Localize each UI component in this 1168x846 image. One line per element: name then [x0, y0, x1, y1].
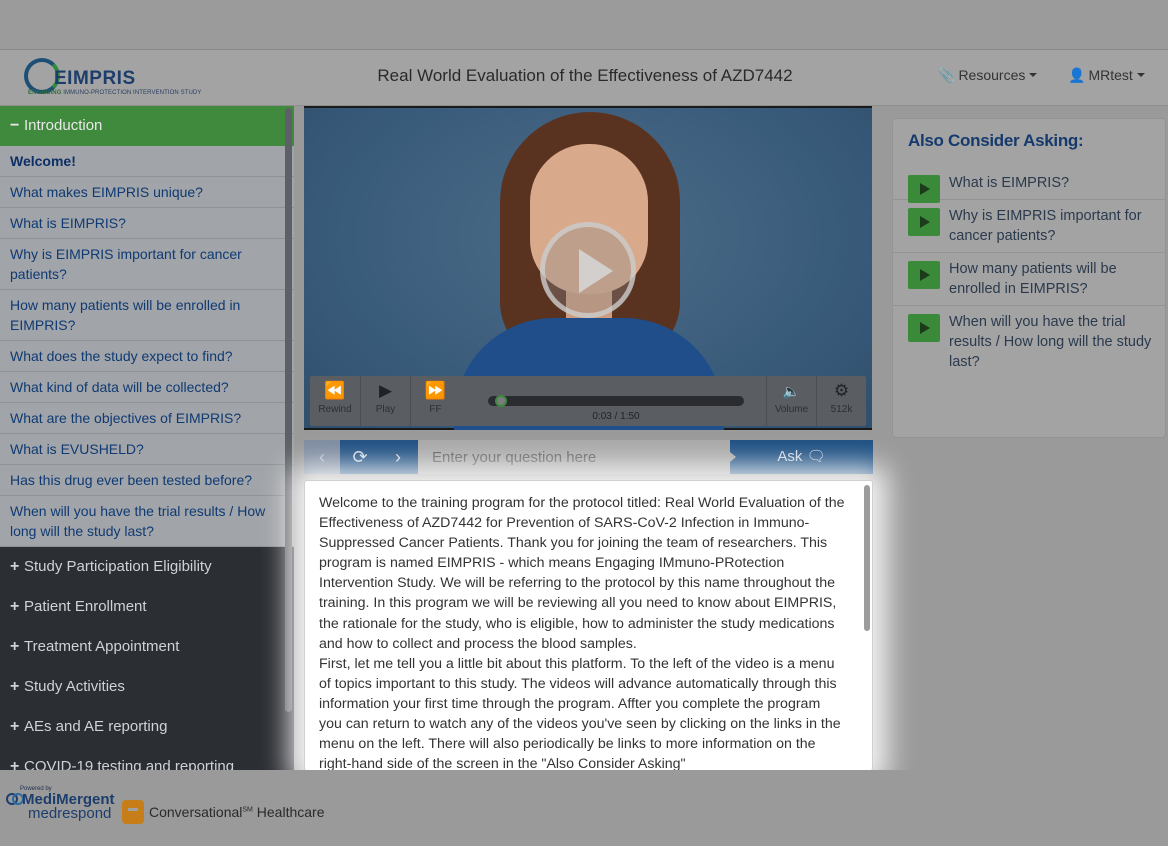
section-aes-reporting[interactable]: + AEs and AE reporting: [0, 707, 294, 747]
replay-button[interactable]: ⟳: [341, 440, 379, 474]
suggested-question[interactable]: Why is EIMPRIS important for cancer pati…: [893, 200, 1165, 253]
topic-list: Welcome! What makes EIMPRIS unique? What…: [0, 146, 294, 547]
question-input[interactable]: [418, 440, 730, 474]
topic-item[interactable]: What kind of data will be collected?: [0, 372, 294, 403]
plus-icon: +: [10, 718, 20, 735]
topic-item[interactable]: What is EIMPRIS?: [0, 208, 294, 239]
fast-forward-icon: ⏩: [424, 381, 447, 400]
medrespond-logo-icon: [122, 800, 144, 824]
progress-track[interactable]: [488, 395, 744, 407]
topic-item[interactable]: Has this drug ever been tested before?: [0, 465, 294, 496]
user-label: MRtest: [1088, 67, 1133, 83]
chevron-down-icon: [1029, 73, 1038, 77]
transcript-scrollbar[interactable]: [864, 485, 870, 631]
plus-icon: +: [10, 598, 20, 615]
section-covid-testing[interactable]: + COVID-19 testing and reporting: [0, 747, 294, 770]
topic-item[interactable]: How many patients will be enrolled in EI…: [0, 290, 294, 341]
also-consider-title: Also Consider Asking:: [908, 131, 1084, 150]
plus-icon: +: [10, 558, 20, 575]
logo-text: EIMPRIS: [54, 68, 136, 89]
section-patient-enrollment[interactable]: + Patient Enrollment: [0, 587, 294, 627]
speech-bubble-icon: 🗨: [806, 448, 826, 465]
volume-button[interactable]: 🔈 Volume: [766, 376, 816, 426]
also-consider-panel: Also Consider Asking: What is EIMPRIS? W…: [892, 118, 1166, 438]
video-player[interactable]: ⏪ Rewind ▶ Play ⏩ FF 0:03 / 1:50 🔈 Volum…: [304, 106, 872, 430]
user-menu[interactable]: 👤 MRtest: [1068, 67, 1145, 84]
chevron-left-icon: ‹: [319, 447, 325, 467]
replay-next-group: ⟳ ›: [340, 440, 418, 474]
user-icon: 👤: [1068, 67, 1086, 83]
tagline: ConversationalSM Healthcare: [149, 804, 325, 820]
progress-handle[interactable]: [495, 395, 507, 407]
transcript-text: Welcome to the training program for the …: [305, 481, 872, 771]
chevron-right-icon: ›: [395, 447, 401, 467]
suggested-question[interactable]: How many patients will be enrolled in EI…: [893, 253, 1165, 306]
time-readout: 0:03 / 1:50: [592, 411, 640, 422]
topic-item[interactable]: What does the study expect to find?: [0, 341, 294, 372]
plus-icon: +: [10, 678, 20, 695]
play-icon[interactable]: [908, 175, 940, 203]
resources-menu[interactable]: 📎 Resources: [938, 67, 1038, 84]
medrespond-brand: medrespond: [28, 805, 112, 822]
big-play-button[interactable]: [540, 222, 636, 318]
fast-forward-button[interactable]: ⏩ FF: [410, 376, 460, 426]
topic-item[interactable]: Why is EIMPRIS important for cancer pati…: [0, 239, 294, 290]
suggested-question[interactable]: What is EIMPRIS?: [893, 167, 1165, 203]
refresh-icon: ⟳: [352, 447, 368, 467]
play-icon[interactable]: [908, 261, 940, 289]
plus-icon: +: [10, 638, 20, 655]
next-video-button[interactable]: ›: [379, 440, 417, 474]
previous-video-button[interactable]: ‹: [304, 440, 340, 474]
app-header: EIMPRIS ENGAGING IMMUNO-PROTECTION INTER…: [0, 50, 1168, 106]
footer: Powered by MediMergent medrespond Conver…: [0, 770, 1168, 846]
gear-icon: ⚙: [833, 381, 850, 400]
minus-icon: −: [10, 117, 20, 134]
topics-sidebar: − Introduction Welcome! What makes EIMPRI…: [0, 106, 294, 770]
topic-item[interactable]: When will you have the trial results / H…: [0, 496, 294, 547]
play-icon[interactable]: [908, 314, 940, 342]
chevron-down-icon: [1136, 73, 1145, 77]
progress-bar[interactable]: 0:03 / 1:50: [488, 395, 744, 422]
sidebar-scrollbar[interactable]: [285, 108, 292, 712]
rewind-icon: ⏪: [324, 381, 346, 400]
transcript-paragraph: Welcome to the training program for the …: [319, 495, 845, 652]
section-introduction[interactable]: − Introduction: [0, 106, 294, 146]
topic-item[interactable]: What are the objectives of EIMPRIS?: [0, 403, 294, 434]
section-treatment-appointment[interactable]: + Treatment Appointment: [0, 627, 294, 667]
player-controls: ⏪ Rewind ▶ Play ⏩ FF 0:03 / 1:50 🔈 Volum…: [310, 376, 866, 426]
transcript-panel[interactable]: Welcome to the training program for the …: [304, 480, 873, 771]
eimpris-logo[interactable]: EIMPRIS ENGAGING IMMUNO-PROTECTION INTER…: [24, 58, 204, 100]
quality-settings-button[interactable]: ⚙ 512k: [816, 376, 866, 426]
logo-subtitle: ENGAGING IMMUNO-PROTECTION INTERVENTION …: [28, 90, 202, 96]
suggested-question[interactable]: When will you have the trial results / H…: [893, 306, 1165, 378]
speaker-icon: 🔈: [782, 383, 801, 399]
play-icon: ▶: [378, 381, 393, 400]
page-title: Real World Evaluation of the Effectivene…: [377, 66, 793, 85]
ask-button[interactable]: Ask 🗨: [730, 440, 873, 474]
play-icon[interactable]: [908, 208, 940, 236]
topic-item[interactable]: Welcome!: [0, 146, 294, 177]
topic-item[interactable]: What makes EIMPRIS unique?: [0, 177, 294, 208]
paperclip-icon: 📎: [938, 67, 956, 83]
topic-item[interactable]: What is EVUSHELD?: [0, 434, 294, 465]
rewind-button[interactable]: ⏪ Rewind: [310, 376, 360, 426]
browser-top-strip: [0, 0, 1168, 50]
section-study-activities[interactable]: + Study Activities: [0, 667, 294, 707]
question-bar: ‹ ⟳› Ask 🗨: [304, 440, 873, 474]
resources-label: Resources: [958, 67, 1026, 83]
play-button[interactable]: ▶ Play: [360, 376, 410, 426]
section-study-participation-eligibility[interactable]: + Study Participation Eligibility: [0, 547, 294, 587]
plus-icon: +: [10, 758, 20, 770]
transcript-paragraph: First, let me tell you a little bit abou…: [319, 655, 841, 771]
